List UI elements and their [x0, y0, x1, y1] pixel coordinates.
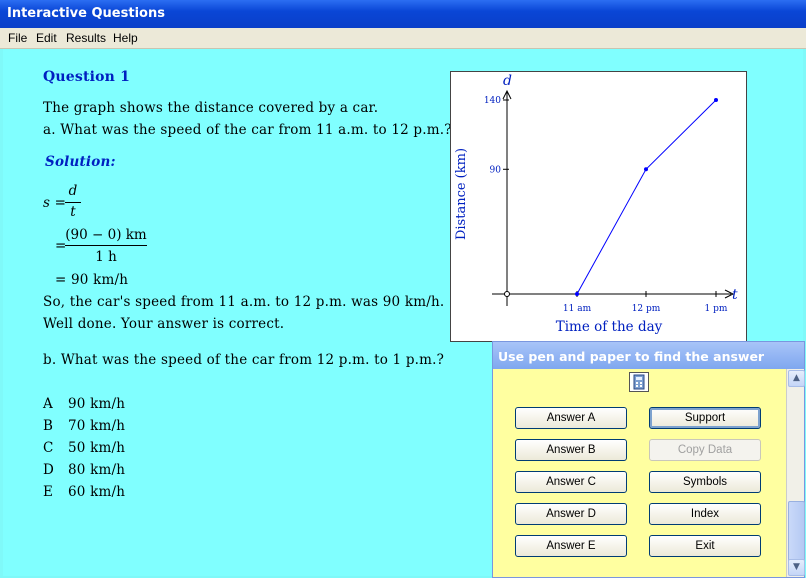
scroll-down-icon[interactable]: ▼: [788, 559, 805, 576]
step2-denominator: 1 h: [95, 249, 117, 265]
option-letter: D: [43, 462, 55, 478]
scroll-up-icon[interactable]: ▲: [788, 370, 805, 387]
formula-lhs: s =: [43, 195, 67, 211]
question-part-a: a. What was the speed of the car from 11…: [43, 122, 452, 138]
answer-d-button[interactable]: Answer D: [515, 503, 627, 525]
option-text: 50 km/h: [68, 440, 126, 456]
step2-numerator: (90 − 0) km: [65, 227, 147, 243]
menu-bar: File Edit Results Help: [0, 28, 806, 49]
y-axis-symbol: d: [503, 73, 512, 89]
menu-results[interactable]: Results: [66, 31, 106, 45]
answer-e-button[interactable]: Answer E: [515, 535, 627, 557]
solution-label: Solution:: [45, 154, 116, 170]
option-text: 90 km/h: [68, 396, 126, 412]
option-text: 70 km/h: [68, 418, 126, 434]
panel-header: Use pen and paper to find the answer: [493, 342, 804, 369]
y-axis-label: Distance (km): [454, 148, 469, 240]
formula-fraction-line: [65, 202, 81, 203]
question-heading: Question 1: [43, 69, 131, 85]
answer-a-button[interactable]: Answer A: [515, 407, 627, 429]
support-button[interactable]: Support: [649, 407, 761, 429]
option-text: 60 km/h: [68, 484, 126, 500]
exit-button[interactable]: Exit: [649, 535, 761, 557]
title-bar: Interactive Questions: [0, 0, 806, 28]
formula-denominator: t: [70, 204, 76, 220]
graph-svg: d t 90 140 11 am 12 pm 1 pm Distance (km) Time o…: [454, 73, 738, 335]
data-point: [644, 167, 648, 172]
x-tick-label: 1 pm: [705, 304, 728, 314]
data-line: [576, 99, 717, 295]
y-tick-label: 140: [484, 96, 501, 106]
x-tick-label: 12 pm: [632, 304, 661, 314]
y-tick-label: 90: [490, 165, 502, 175]
answer-c-button[interactable]: Answer C: [515, 471, 627, 493]
option-letter: A: [43, 396, 53, 412]
question-intro: The graph shows the distance covered by …: [43, 100, 379, 116]
conclusion-text: So, the car's speed from 11 a.m. to 12 p…: [43, 294, 445, 310]
answer-b-button[interactable]: Answer B: [515, 439, 627, 461]
answer-panel: Use pen and paper to find the answer Ans…: [492, 341, 805, 578]
data-point: [714, 98, 718, 102]
origin-point: [504, 291, 510, 297]
option-text: 80 km/h: [68, 462, 126, 478]
panel-title: Use pen and paper to find the answer: [498, 349, 765, 364]
panel-scrollbar[interactable]: ▲ ▼: [786, 369, 805, 577]
data-point: [575, 292, 579, 296]
option-letter: C: [43, 440, 54, 456]
menu-help[interactable]: Help: [113, 31, 138, 45]
x-tick-label: 11 am: [563, 304, 592, 314]
copy-data-button[interactable]: Copy Data: [649, 439, 761, 461]
formula-numerator: d: [68, 183, 78, 199]
option-letter: E: [43, 484, 54, 500]
option-letter: B: [43, 418, 54, 434]
menu-file[interactable]: File: [8, 31, 27, 45]
symbols-button[interactable]: Symbols: [649, 471, 761, 493]
menu-edit[interactable]: Edit: [36, 31, 57, 45]
step3-result: = 90 km/h: [55, 272, 129, 288]
index-button[interactable]: Index: [649, 503, 761, 525]
x-axis-symbol: t: [732, 287, 738, 303]
question-part-b: b. What was the speed of the car from 12…: [43, 352, 445, 368]
window-title: Interactive Questions: [7, 6, 165, 21]
scroll-thumb[interactable]: [788, 501, 805, 563]
distance-time-graph: d t 90 140 11 am 12 pm 1 pm Distance (km) Time o…: [450, 71, 747, 342]
calculator-icon[interactable]: [629, 372, 649, 392]
feedback-text: Well done. Your answer is correct.: [43, 316, 285, 332]
step2-fraction-line: [65, 245, 147, 246]
x-axis-label: Time of the day: [556, 319, 663, 335]
